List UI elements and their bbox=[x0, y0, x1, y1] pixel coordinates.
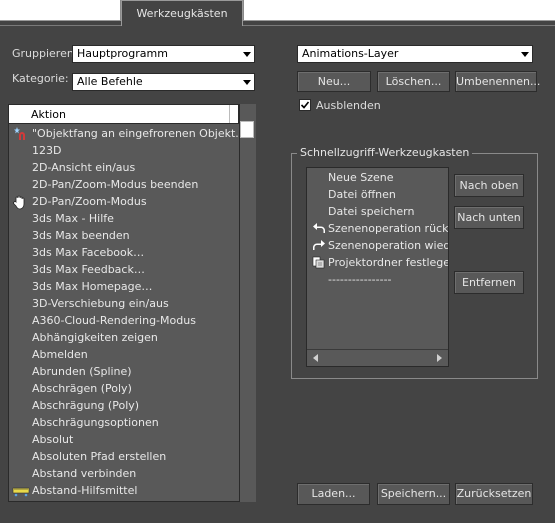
list-item[interactable]: 2D-Pan/Zoom-Modus bbox=[9, 193, 239, 210]
action-list-scroll-thumb[interactable] bbox=[240, 121, 254, 138]
list-item-label: 3ds Max - Hilfe bbox=[32, 212, 114, 225]
list-item-label: 123D bbox=[32, 144, 62, 157]
load-button[interactable]: Laden... bbox=[297, 483, 370, 505]
list-item[interactable]: Absolut bbox=[9, 431, 239, 448]
quick-access-item-label: Neue Szene bbox=[328, 171, 394, 184]
new-button[interactable]: Neu... bbox=[297, 71, 371, 92]
rename-button[interactable]: Umbenennen... bbox=[455, 71, 540, 92]
list-item[interactable]: Abschrägen (Poly) bbox=[9, 380, 239, 397]
list-item[interactable]: Abstand-Hilfsmittel bbox=[9, 482, 239, 499]
list-item-label: Abmelden bbox=[32, 348, 88, 361]
quick-access-item[interactable]: Datei speichern bbox=[307, 203, 448, 220]
arrow-left-icon[interactable] bbox=[312, 354, 320, 362]
list-item[interactable]: 3ds Max Facebook… bbox=[9, 244, 239, 261]
list-item-label: 2D-Pan/Zoom-Modus bbox=[32, 195, 147, 208]
list-item-label: Abhängigkeiten zeigen bbox=[32, 331, 158, 344]
action-list-scrollbar[interactable] bbox=[239, 104, 256, 502]
list-item[interactable]: Abschrägungsoptionen bbox=[9, 414, 239, 431]
list-item-label: 2D-Pan/Zoom-Modus beenden bbox=[32, 178, 199, 191]
quick-access-item-label: Szenenoperation rückgängig bbox=[328, 222, 448, 235]
quick-access-item[interactable]: Datei öffnen bbox=[307, 186, 448, 203]
list-item[interactable]: 3ds Max beenden bbox=[9, 227, 239, 244]
quick-access-group-title: Schnellzugriff-Werkzeugkasten bbox=[297, 146, 473, 159]
tab-baseline bbox=[0, 25, 555, 26]
list-item-label: 3ds Max Feedback… bbox=[32, 263, 145, 276]
list-item-label: Absolut bbox=[32, 433, 74, 446]
list-item-label: Abstand-Hilfsmittel bbox=[32, 484, 138, 497]
list-item-label: Absoluten Pfad erstellen bbox=[32, 450, 167, 463]
list-item[interactable]: 2D-Ansicht ein/aus bbox=[9, 159, 239, 176]
action-list-header[interactable]: Aktion bbox=[8, 104, 239, 124]
list-item[interactable]: A360-Cloud-Rendering-Modus bbox=[9, 312, 239, 329]
quick-access-list[interactable]: Neue Szene Datei öffnen Datei speichern Sze… bbox=[306, 167, 449, 367]
list-item-label: 3D-Verschiebung ein/aus bbox=[32, 297, 169, 310]
list-item[interactable]: Abmelden bbox=[9, 346, 239, 363]
list-item-label: 2D-Ansicht ein/aus bbox=[32, 161, 136, 174]
list-item[interactable]: 2D-Pan/Zoom-Modus beenden bbox=[9, 176, 239, 193]
action-list-items: "Objektfang an eingefrorenen Objekt... 12… bbox=[9, 125, 239, 502]
list-item[interactable]: Abschrägung (Poly) bbox=[9, 397, 239, 414]
quick-access-item[interactable]: Szenenoperation rückgängig bbox=[307, 220, 448, 237]
list-item[interactable]: 3D-Verschiebung ein/aus bbox=[9, 295, 239, 312]
list-item[interactable]: Abrunden (Spline) bbox=[9, 363, 239, 380]
category-select[interactable]: Alle Befehle bbox=[72, 73, 255, 91]
checkmark-icon bbox=[300, 101, 310, 109]
list-item-label: "Objektfang an eingefrorenen Objekt... bbox=[32, 127, 239, 140]
save-button[interactable]: Speichern... bbox=[377, 483, 450, 505]
list-item-label: A360-Cloud-Rendering-Modus bbox=[32, 314, 196, 327]
list-item-label: Abschrägungsoptionen bbox=[32, 416, 159, 429]
ruler-icon bbox=[12, 483, 30, 502]
delete-button[interactable]: Löschen... bbox=[377, 71, 450, 92]
quick-access-item-label: Datei öffnen bbox=[328, 188, 396, 201]
undo-icon bbox=[312, 222, 326, 237]
toolbar-select-value: Animations-Layer bbox=[302, 47, 399, 60]
list-item[interactable]: 3ds Max - Hilfe bbox=[9, 210, 239, 227]
category-label: Kategorie: bbox=[12, 72, 69, 85]
list-item-label: Abschrägung (Poly) bbox=[32, 399, 140, 412]
list-item[interactable]: 3ds Max Homepage… bbox=[9, 278, 239, 295]
list-item-label: 3ds Max Homepage… bbox=[32, 280, 153, 293]
chevron-down-icon bbox=[243, 52, 251, 57]
tab-strip-right bbox=[243, 0, 555, 21]
quick-access-item-label: Szenenoperation wiederherstellen bbox=[328, 239, 448, 252]
tab-werkzeugkaesten[interactable]: Werkzeugkästen bbox=[121, 0, 243, 26]
move-down-button[interactable]: Nach unten bbox=[454, 206, 524, 229]
quick-access-item[interactable]: Projektordner festlegen... bbox=[307, 254, 448, 271]
chevron-down-icon bbox=[243, 80, 251, 85]
quick-access-item-label: ---------------- bbox=[328, 273, 392, 286]
toolbar-select[interactable]: Animations-Layer bbox=[297, 45, 533, 63]
quick-access-item[interactable]: Neue Szene bbox=[307, 169, 448, 186]
quick-access-item-label: Projektordner festlegen... bbox=[328, 256, 448, 269]
list-item[interactable]: "Objektfang an eingefrorenen Objekt... bbox=[9, 125, 239, 142]
list-item-label: Abrunden (Spline) bbox=[32, 365, 132, 378]
tab-strip-left bbox=[0, 0, 121, 21]
arrow-right-icon[interactable] bbox=[435, 354, 443, 362]
chevron-down-icon bbox=[521, 52, 529, 57]
quick-access-hscrollbar[interactable] bbox=[307, 349, 448, 366]
list-item-label: Abschrägen (Poly) bbox=[32, 382, 132, 395]
reset-button[interactable]: Zurücksetzen bbox=[455, 483, 533, 505]
list-item-label: 3ds Max beenden bbox=[32, 229, 130, 242]
group-select-value: Hauptprogramm bbox=[77, 47, 168, 60]
project-folder-icon bbox=[312, 256, 326, 271]
list-item[interactable]: 123D bbox=[9, 142, 239, 159]
group-label: Gruppieren: bbox=[12, 47, 78, 60]
redo-icon bbox=[312, 239, 326, 254]
category-select-value: Alle Befehle bbox=[77, 75, 143, 88]
list-item[interactable]: Abstand verbinden bbox=[9, 465, 239, 482]
group-select[interactable]: Hauptprogramm bbox=[72, 45, 255, 63]
list-item[interactable]: Abhängigkeiten zeigen bbox=[9, 329, 239, 346]
quick-access-item[interactable]: Szenenoperation wiederherstellen bbox=[307, 237, 448, 254]
list-item-label: Abstand verbinden bbox=[32, 467, 137, 480]
hide-label: Ausblenden bbox=[316, 99, 381, 112]
quick-access-item[interactable]: ---------------- bbox=[307, 271, 448, 288]
remove-button[interactable]: Entfernen bbox=[454, 271, 524, 294]
quick-access-item-label: Datei speichern bbox=[328, 205, 415, 218]
list-item[interactable]: Absoluten Pfad erstellen bbox=[9, 448, 239, 465]
list-item[interactable]: 3ds Max Feedback… bbox=[9, 261, 239, 278]
list-item-label: 3ds Max Facebook… bbox=[32, 246, 145, 259]
move-up-button[interactable]: Nach oben bbox=[454, 174, 524, 197]
column-header-aktion: Aktion bbox=[31, 108, 66, 121]
hide-checkbox[interactable] bbox=[299, 99, 311, 111]
